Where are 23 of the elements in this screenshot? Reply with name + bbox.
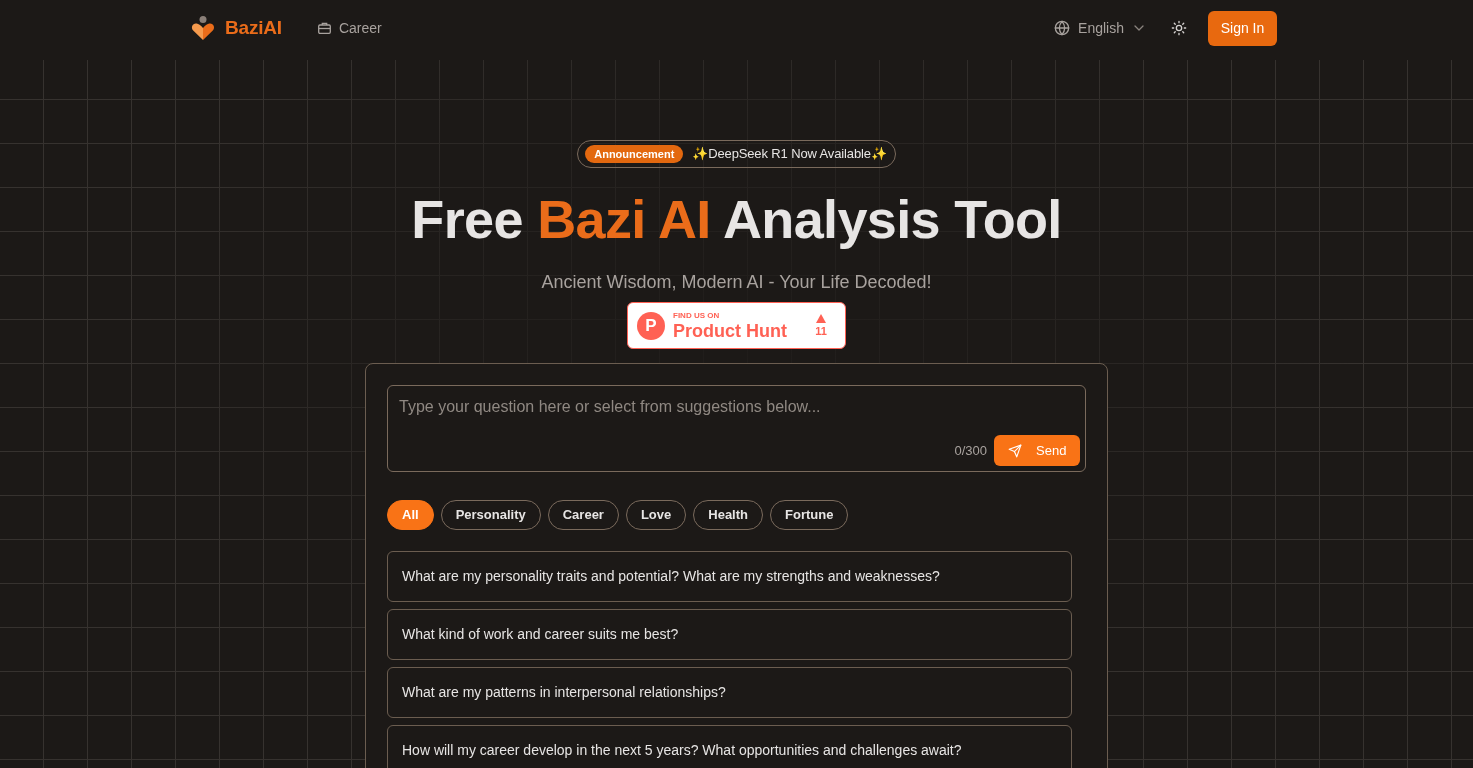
vote-count: 11 xyxy=(815,325,827,337)
globe-icon xyxy=(1054,20,1071,36)
character-counter: 0/300 xyxy=(954,441,987,460)
announcement-badge: Announcement xyxy=(585,145,684,163)
nav-link[interactable]: Career xyxy=(317,18,382,38)
suggestion-item[interactable]: What are my patterns in interpersonal relationships? xyxy=(387,667,1072,718)
language-select[interactable]: English xyxy=(1054,10,1144,46)
suggestion-item[interactable]: What are my personality traits and potential? What are my strengths and weaknesses? xyxy=(387,551,1072,602)
badge-eyebrow-text: FIND US ON xyxy=(673,310,721,321)
logo-text[interactable]: BaziAI xyxy=(225,13,282,43)
briefcase-icon xyxy=(317,22,331,34)
sun-icon[interactable] xyxy=(1171,20,1187,36)
heart-logo-icon xyxy=(190,15,216,41)
chevron-down-icon xyxy=(1134,25,1144,31)
announcement-text: ✨DeepSeek R1 Now Available✨ xyxy=(692,145,887,164)
logo-letter: P xyxy=(637,311,665,340)
hero-title: Free Bazi AI Analysis Tool xyxy=(411,190,1062,249)
suggestion-item[interactable]: How will my career develop in the next 5 years? What opportunities and challenges await? xyxy=(387,725,1072,768)
triangle-icon xyxy=(816,314,827,323)
hero-subtitle: Ancient Wisdom, Modern AI - Your Life Decoded! xyxy=(541,271,932,294)
badge-brand-text: Product Hunt xyxy=(673,320,787,341)
send-icon xyxy=(1008,443,1022,458)
suggestion-item[interactable]: What kind of work and career suits me best? xyxy=(387,609,1072,660)
